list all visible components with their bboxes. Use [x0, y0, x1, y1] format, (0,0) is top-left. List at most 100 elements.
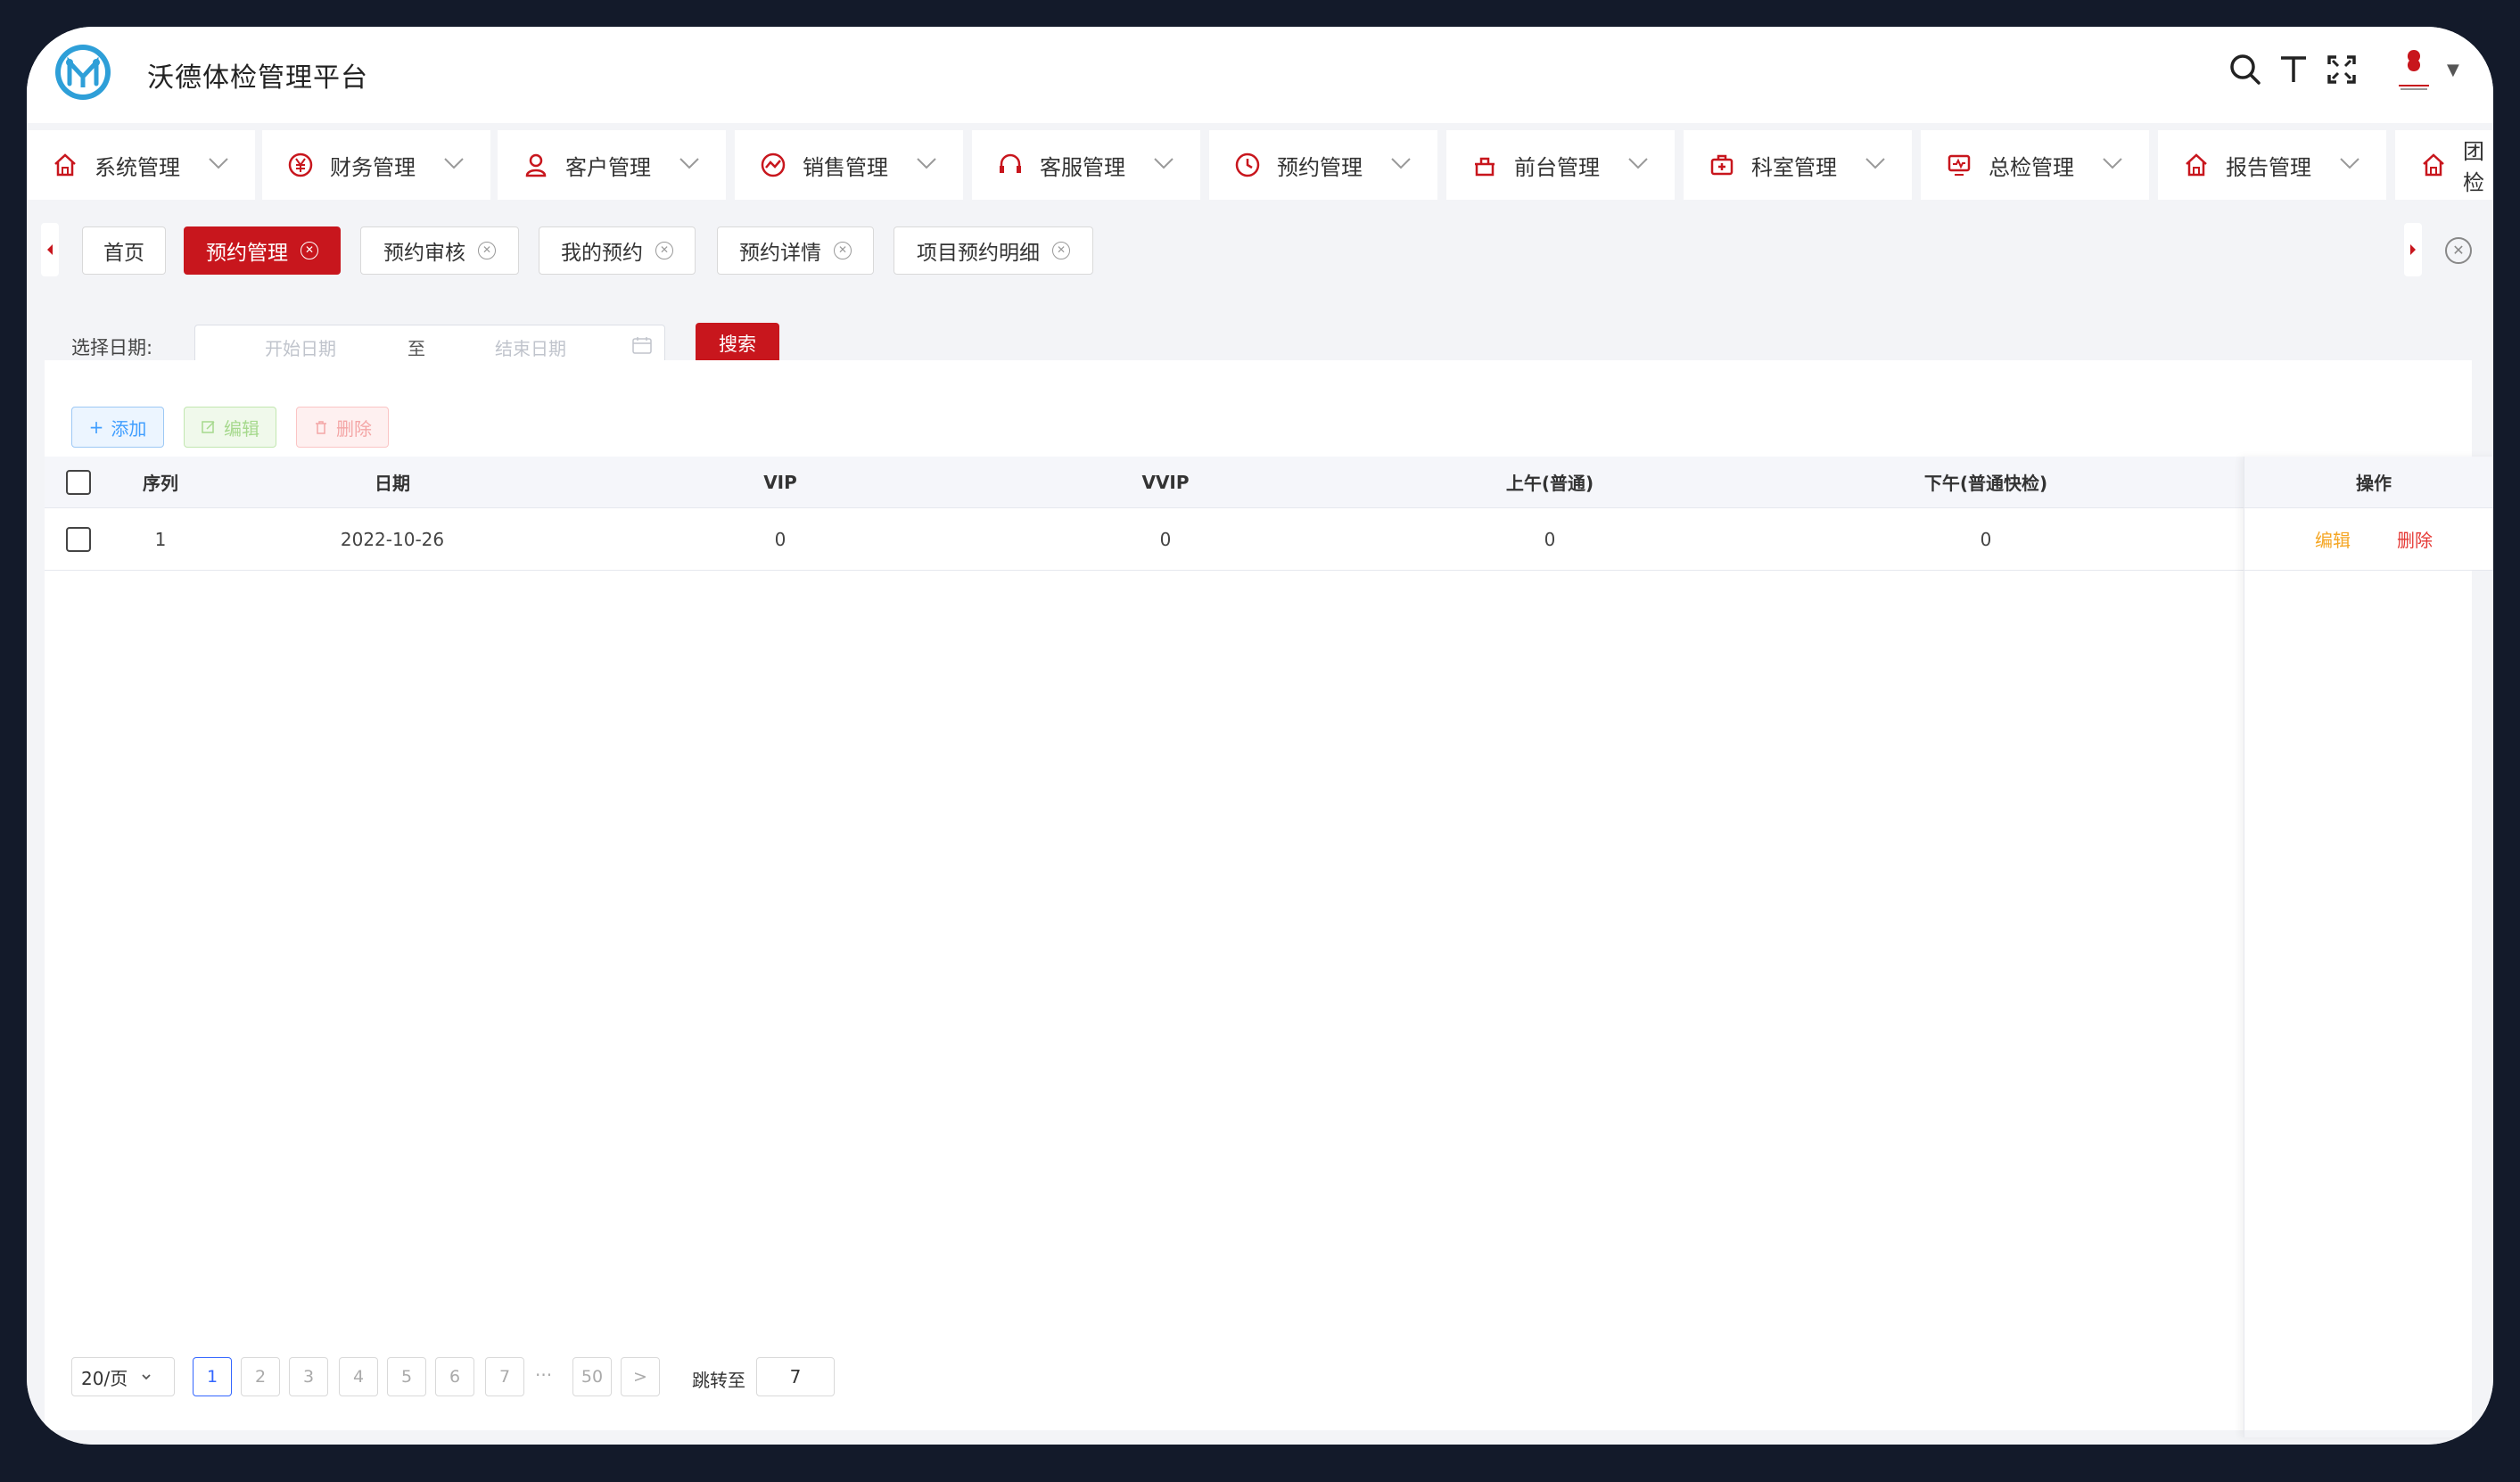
trend-icon — [761, 152, 786, 177]
tab-home[interactable]: 首页 — [82, 226, 166, 275]
tab-label: 预约管理 — [206, 242, 288, 265]
top-nav: 系统管理 财务管理 客户管理 销售管理 客服管理 预约管理 前台管理 科室管理 … — [27, 123, 2493, 209]
cell-index: 1 — [154, 528, 167, 550]
range-separator: 至 — [408, 338, 425, 359]
main-content: 选择日期: 开始日期 至 结束日期 搜索 + 添加 编辑 删除 序列 日期 VI… — [27, 291, 2493, 1445]
nav-item-label: 报告管理 — [2226, 154, 2311, 180]
nav-item-customer[interactable]: 客户管理 — [498, 130, 726, 200]
nav-item-system[interactable]: 系统管理 — [27, 130, 255, 200]
tab-project-appointment-detail[interactable]: 项目预约明细 ✕ — [894, 226, 1093, 275]
page-button-4[interactable]: 4 — [339, 1357, 378, 1396]
app-title: 沃德体检管理平台 — [147, 62, 368, 94]
plus-icon: + — [88, 416, 104, 438]
delete-button-label: 删除 — [336, 417, 372, 440]
tab-my-appointments[interactable]: 我的预约 ✕ — [539, 226, 696, 275]
table-header: 序列 日期 VIP VVIP 上午(普通) 下午(普通快检) — [45, 457, 2472, 508]
page-button-7[interactable]: 7 — [485, 1357, 524, 1396]
tab-label: 项目预约明细 — [917, 242, 1040, 265]
col-header-vip: VIP — [763, 471, 797, 493]
page-button-5[interactable]: 5 — [387, 1357, 426, 1396]
close-icon[interactable]: ✕ — [655, 242, 673, 259]
table-row[interactable]: 1 2022-10-26 0 0 0 0 — [45, 508, 2472, 571]
row-delete-link[interactable]: 删除 — [2397, 526, 2433, 552]
nav-item-label: 团检 — [2463, 139, 2484, 195]
page-button-last[interactable]: 50 — [572, 1357, 612, 1396]
user-menu-chevron-icon[interactable]: ▼ — [2447, 61, 2459, 79]
logo-icon — [55, 45, 111, 100]
calendar-icon — [632, 337, 652, 354]
font-size-icon[interactable] — [2274, 50, 2313, 89]
search-icon[interactable] — [2226, 50, 2265, 89]
nav-item-finance[interactable]: 财务管理 — [262, 130, 490, 200]
jump-to-input[interactable]: 7 — [756, 1357, 835, 1396]
col-header-actions: 操作 — [2244, 457, 2493, 508]
nav-item-final-check[interactable]: 总检管理 — [1921, 130, 2149, 200]
close-all-tabs-icon[interactable]: ✕ — [2445, 237, 2472, 264]
nav-item-label: 客服管理 — [1040, 154, 1125, 180]
nav-item-report[interactable]: 报告管理 — [2158, 130, 2386, 200]
tab-scroll-left[interactable] — [41, 223, 59, 276]
nav-item-label: 系统管理 — [95, 154, 180, 180]
nav-item-front-desk[interactable]: 前台管理 — [1446, 130, 1675, 200]
nav-item-appointment[interactable]: 预约管理 — [1209, 130, 1437, 200]
tab-label: 我的预约 — [561, 242, 643, 265]
end-date-input[interactable]: 结束日期 — [495, 334, 566, 360]
page-size-value: 20/页 — [81, 1367, 128, 1389]
home-icon — [54, 153, 76, 177]
close-icon[interactable]: ✕ — [478, 242, 496, 259]
page-size-select[interactable]: 20/页 — [71, 1357, 175, 1396]
row-select-cell — [61, 508, 96, 570]
start-date-input[interactable]: 开始日期 — [265, 334, 336, 360]
page-button-1[interactable]: 1 — [193, 1357, 232, 1396]
col-header-afternoon: 下午(普通快检) — [1923, 473, 2048, 494]
col-header-date: 日期 — [375, 473, 410, 494]
nav-item-service[interactable]: 客服管理 — [972, 130, 1200, 200]
date-filter-label: 选择日期: — [71, 337, 153, 358]
chevron-down-icon — [1865, 158, 1885, 169]
nav-item-label: 客户管理 — [565, 154, 651, 180]
nav-item-label: 预约管理 — [1277, 154, 1363, 180]
nav-item-label: 销售管理 — [803, 154, 888, 180]
select-all-cell — [61, 457, 96, 507]
tab-label: 首页 — [103, 242, 144, 265]
tab-label: 预约详情 — [739, 242, 821, 265]
col-header-morning: 上午(普通) — [1505, 473, 1594, 494]
nav-item-department[interactable]: 科室管理 — [1684, 130, 1912, 200]
fullscreen-icon[interactable] — [2322, 50, 2361, 89]
tab-label: 预约审核 — [383, 242, 465, 265]
nav-item-group[interactable]: 团检 — [2395, 130, 2493, 200]
nav-item-sales[interactable]: 销售管理 — [735, 130, 963, 200]
edit-button[interactable]: 编辑 — [184, 407, 276, 448]
jump-to-label: 跳转至 — [692, 1370, 745, 1391]
desk-icon — [1475, 157, 1495, 177]
avatar[interactable] — [2392, 45, 2436, 95]
tab-scroll-right[interactable] — [2404, 223, 2422, 276]
tab-appointment-details[interactable]: 预约详情 ✕ — [717, 226, 874, 275]
close-icon[interactable]: ✕ — [834, 242, 852, 259]
next-page-button[interactable]: > — [621, 1357, 660, 1396]
home-icon — [2423, 153, 2444, 177]
nav-item-label: 科室管理 — [1751, 154, 1837, 180]
tab-appointment-management[interactable]: 预约管理 ✕ — [184, 226, 341, 275]
col-header-vvip: VVIP — [1141, 471, 1190, 493]
appointment-table: 序列 日期 VIP VVIP 上午(普通) 下午(普通快检) 1 2022-10… — [45, 457, 2493, 1437]
medkit-icon — [1710, 154, 1734, 176]
pagination: 20/页 1 2 3 4 5 6 7 ··· 50 > 跳转至 7 — [27, 1357, 2493, 1411]
home-icon — [2186, 153, 2207, 177]
delete-button[interactable]: 删除 — [296, 407, 389, 448]
tab-appointment-review[interactable]: 预约审核 ✕ — [360, 226, 519, 275]
page-button-6[interactable]: 6 — [435, 1357, 474, 1396]
close-icon[interactable]: ✕ — [1052, 242, 1070, 259]
page-button-3[interactable]: 3 — [289, 1357, 328, 1396]
select-all-checkbox[interactable] — [66, 469, 91, 495]
chevron-down-icon — [679, 158, 699, 169]
page-ellipsis[interactable]: ··· — [535, 1364, 552, 1386]
add-button[interactable]: + 添加 — [71, 407, 164, 448]
row-edit-link[interactable]: 编辑 — [2315, 526, 2351, 552]
page-button-2[interactable]: 2 — [241, 1357, 280, 1396]
cell-date: 2022-10-26 — [340, 528, 445, 550]
chevron-down-icon — [209, 158, 228, 169]
row-checkbox[interactable] — [66, 526, 91, 552]
search-button[interactable]: 搜索 — [696, 323, 779, 366]
close-icon[interactable]: ✕ — [301, 242, 318, 259]
